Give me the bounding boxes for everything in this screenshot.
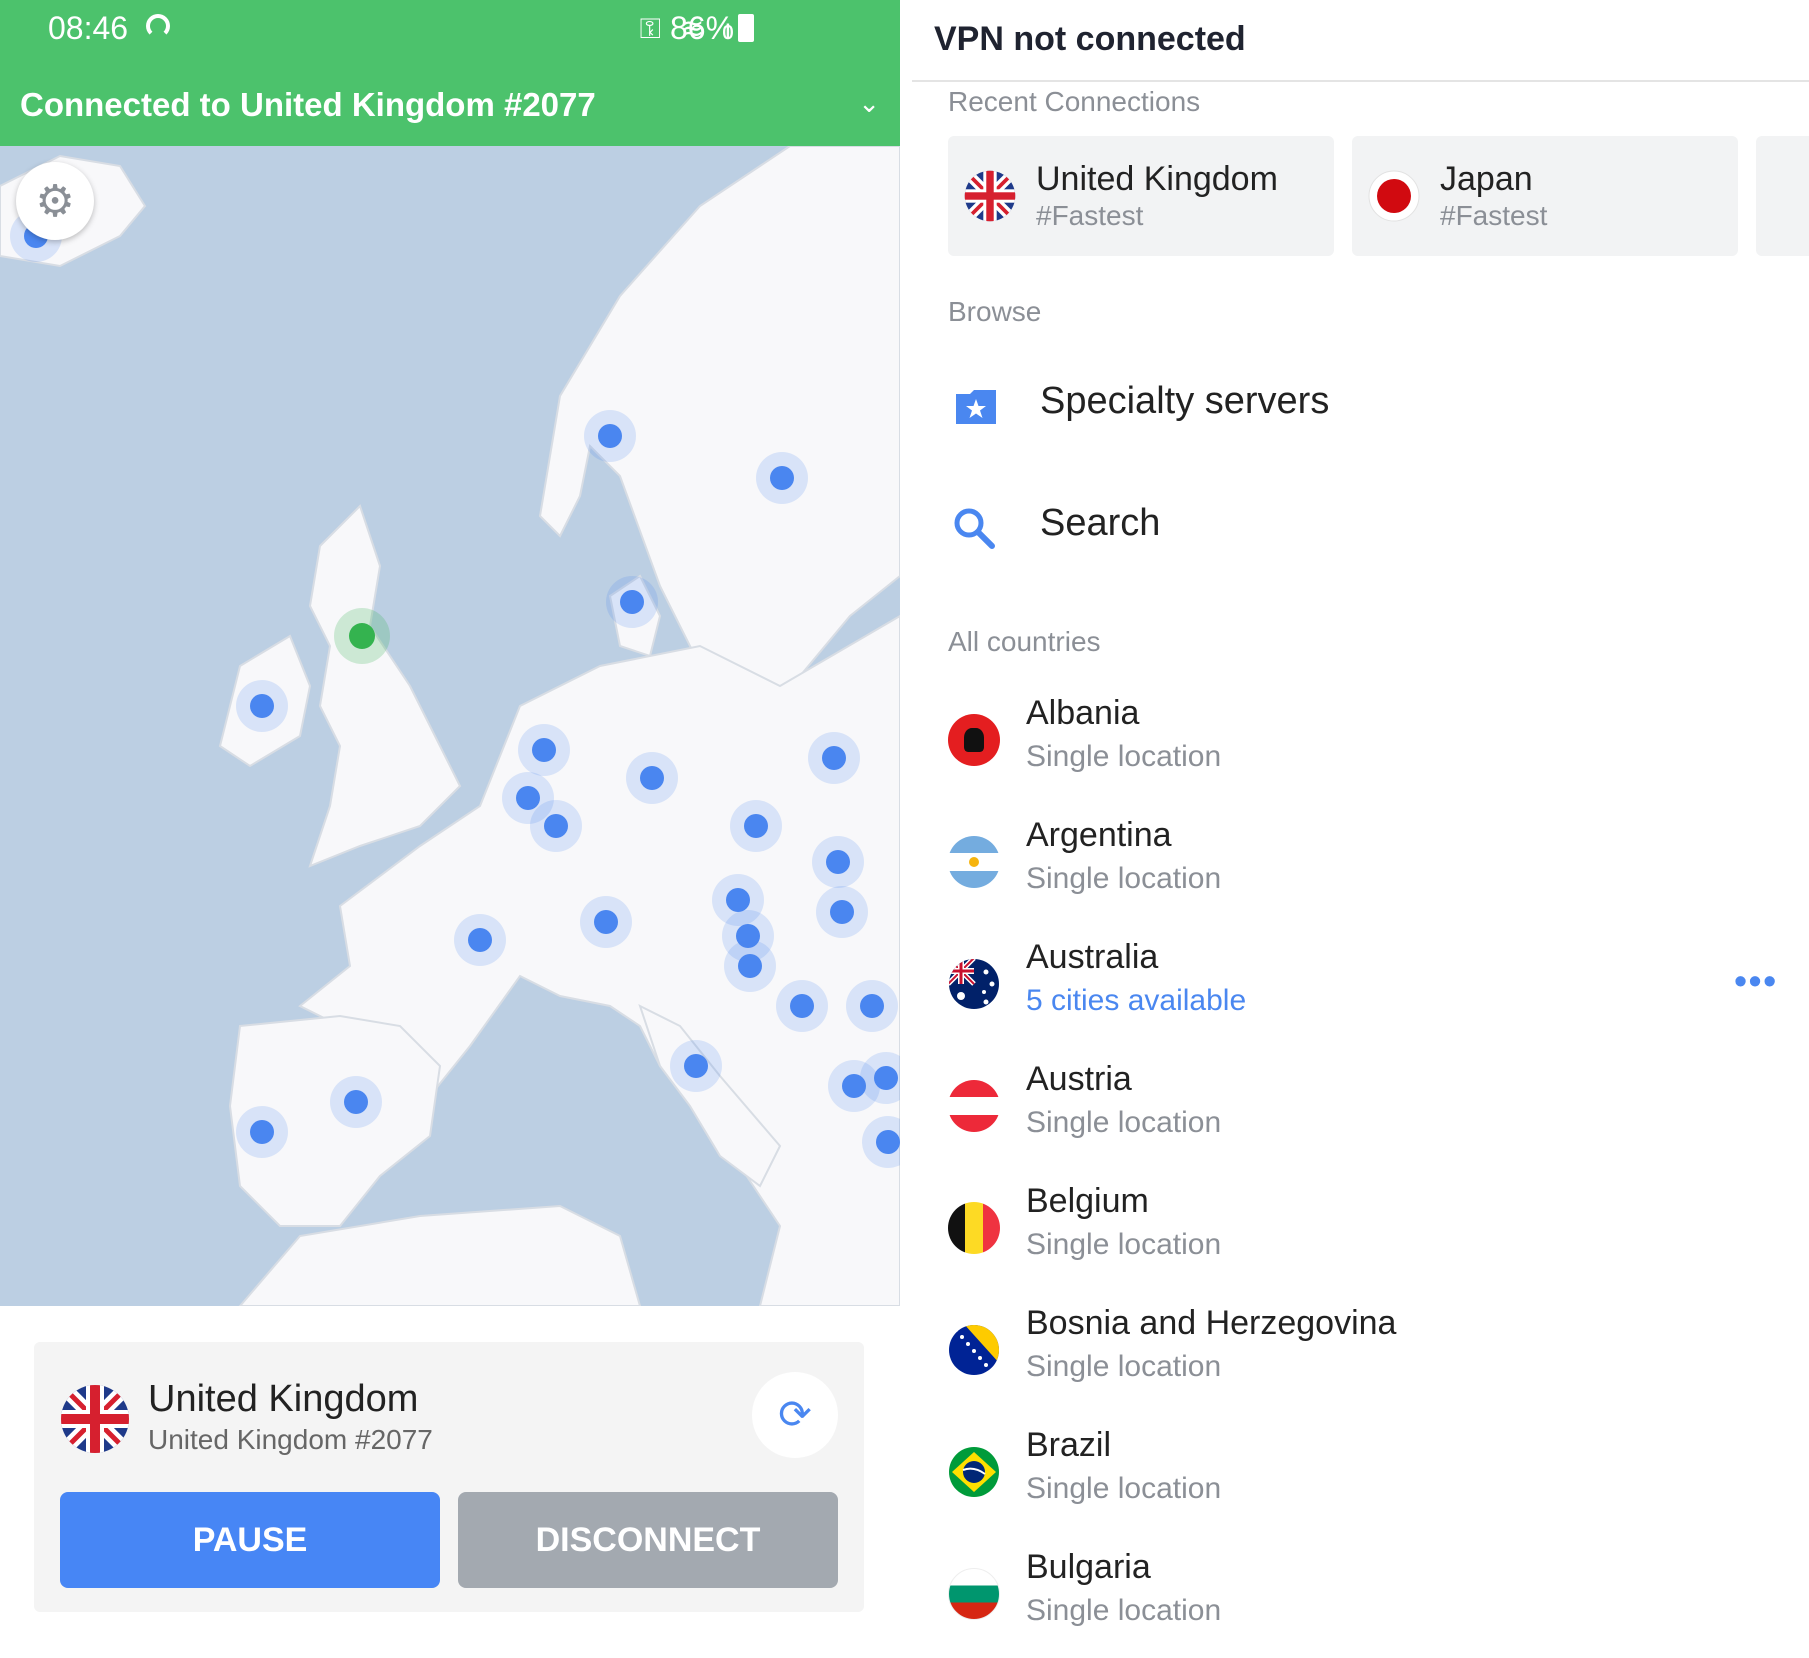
connection-card: United Kingdom United Kingdom #2077 ⟳ PA… — [34, 1342, 864, 1612]
country-sub: Single location — [1026, 1350, 1222, 1383]
recent-sub: #Fastest — [1440, 200, 1548, 231]
europe-map[interactable] — [0, 146, 900, 1306]
server-location-pin[interactable] — [826, 850, 850, 874]
country-name: Albania — [1026, 694, 1140, 732]
uk-flag-icon — [60, 1384, 130, 1459]
battery-level: 86% — [670, 10, 735, 46]
country-sub: Single location — [1026, 1106, 1222, 1139]
recent-connection-japan[interactable]: Japan #Fastest — [1352, 136, 1738, 256]
server-location-pin[interactable] — [250, 694, 274, 718]
country-row-albania[interactable]: Albania Single location — [948, 694, 1778, 804]
night-mode-icon — [146, 14, 170, 38]
server-location-pin[interactable] — [726, 888, 750, 912]
country-name: Brazil — [1026, 1426, 1112, 1464]
server-location-pin[interactable] — [860, 994, 884, 1018]
server-location-pin[interactable] — [684, 1054, 708, 1078]
recent-connection-united-kingdom[interactable]: United Kingdom #Fastest — [948, 136, 1334, 256]
server-location-pin[interactable] — [790, 994, 814, 1018]
server-map[interactable] — [0, 146, 900, 1306]
server-location-pin[interactable] — [544, 814, 568, 838]
search-label: Search — [1040, 502, 1161, 544]
vpn-status-title: VPN not connected — [934, 20, 1246, 58]
server-location-pin[interactable] — [516, 786, 540, 810]
albania-flag-icon — [948, 714, 1000, 766]
server-location-pin[interactable] — [620, 590, 644, 614]
status-bar: 08:46 ⚿ ≋ ıl 86% — [0, 0, 900, 60]
disconnect-button[interactable]: DISCONNECT — [458, 1492, 838, 1588]
server-location-pin[interactable] — [744, 814, 768, 838]
server-location-pin[interactable] — [874, 1066, 898, 1090]
austria-flag-icon — [948, 1080, 1000, 1132]
country-name: Bulgaria — [1026, 1548, 1151, 1586]
all-countries-heading: All countries — [948, 626, 1101, 657]
server-location-pin[interactable] — [770, 466, 794, 490]
battery-icon — [738, 14, 754, 42]
search-icon — [954, 508, 995, 549]
country-name: Australia — [1026, 938, 1159, 976]
uk-flag-icon — [964, 170, 1016, 227]
country-sub: Single location — [1026, 1472, 1222, 1505]
belgium-flag-icon — [948, 1202, 1000, 1254]
brazil-flag-icon — [948, 1446, 1000, 1503]
server-location-pin[interactable] — [468, 928, 492, 952]
country-row-argentina[interactable]: Argentina Single location — [948, 816, 1778, 926]
bosnia-flag-icon — [948, 1324, 1000, 1381]
recent-sub: #Fastest — [1036, 200, 1144, 231]
server-location-pin[interactable] — [738, 954, 762, 978]
current-server: United Kingdom #2077 — [148, 1424, 433, 1455]
server-location-pin[interactable] — [822, 746, 846, 770]
server-location-pin[interactable] — [344, 1090, 368, 1114]
server-location-pin[interactable] — [830, 900, 854, 924]
chevron-down-icon[interactable]: ⌄ — [858, 88, 880, 119]
country-name: Belgium — [1026, 1182, 1149, 1220]
server-location-pin[interactable] — [640, 766, 664, 790]
more-options-icon[interactable]: ••• — [1734, 960, 1778, 1002]
country-name: Argentina — [1026, 816, 1172, 854]
server-location-pin[interactable] — [532, 738, 556, 762]
divider — [912, 80, 1809, 82]
specialty-servers-label: Specialty servers — [1040, 380, 1330, 422]
right-panel: VPN not connected Recent Connections Uni… — [912, 0, 1809, 1650]
country-row-australia[interactable]: Australia 5 cities available ••• — [948, 938, 1778, 1048]
country-sub: Single location — [1026, 1594, 1222, 1627]
country-sub: Single location — [1026, 1228, 1222, 1261]
recent-name: Japan — [1440, 160, 1533, 198]
country-name: Bosnia and Herzegovina — [1026, 1304, 1397, 1342]
settings-gear-icon[interactable]: ⚙ — [16, 162, 94, 240]
connected-server-pin[interactable] — [349, 623, 375, 649]
browse-heading: Browse — [948, 296, 1042, 327]
bulgaria-flag-icon — [948, 1568, 1000, 1620]
country-name: Austria — [1026, 1060, 1132, 1098]
server-location-pin[interactable] — [250, 1120, 274, 1144]
land-great-britain — [308, 504, 462, 868]
country-row-bosnia-and-herzegovina[interactable]: Bosnia and Herzegovina Single location — [948, 1304, 1778, 1414]
australia-flag-icon — [948, 958, 1000, 1015]
server-location-pin[interactable] — [598, 424, 622, 448]
country-sub-cities-link[interactable]: 5 cities available — [1026, 984, 1246, 1018]
argentina-flag-icon — [948, 836, 1000, 888]
server-location-pin[interactable] — [594, 910, 618, 934]
refresh-icon[interactable]: ⟳ — [752, 1372, 838, 1458]
japan-flag-icon — [1368, 170, 1420, 227]
country-row-austria[interactable]: Austria Single location — [948, 1060, 1778, 1170]
country-row-belgium[interactable]: Belgium Single location — [948, 1182, 1778, 1292]
server-location-pin[interactable] — [876, 1130, 900, 1154]
star-folder-icon — [956, 390, 996, 424]
country-sub: Single location — [1026, 740, 1222, 773]
country-row-bulgaria[interactable]: Bulgaria Single location — [948, 1548, 1778, 1658]
recent-connections-heading: Recent Connections — [948, 86, 1201, 117]
recent-connection-partial[interactable] — [1756, 136, 1809, 256]
pause-button[interactable]: PAUSE — [60, 1492, 440, 1588]
status-time: 08:46 — [48, 10, 129, 46]
country-row-brazil[interactable]: Brazil Single location — [948, 1426, 1778, 1536]
recent-name: United Kingdom — [1036, 160, 1278, 198]
connection-banner[interactable]: Connected to United Kingdom #2077 ⌄ — [0, 60, 900, 146]
country-sub: Single location — [1026, 862, 1222, 895]
connection-banner-text: Connected to United Kingdom #2077 — [20, 86, 596, 123]
current-country: United Kingdom — [148, 1378, 419, 1420]
left-panel: 08:46 ⚿ ≋ ıl 86% Connected to United Kin… — [0, 0, 900, 1650]
